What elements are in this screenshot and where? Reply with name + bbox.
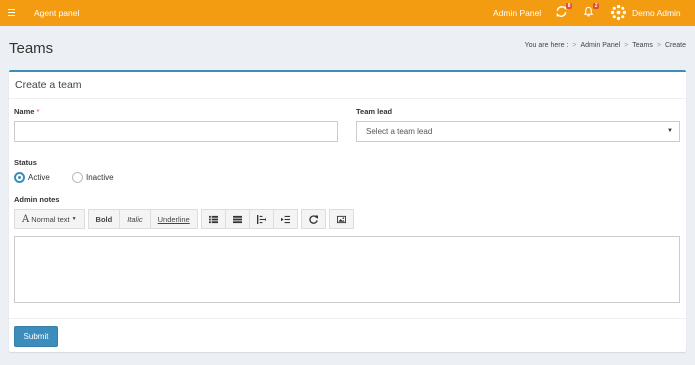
notifications-badge: 2 bbox=[593, 3, 599, 9]
admin-notes-label: Admin notes bbox=[14, 195, 60, 204]
toolbar-group-link bbox=[300, 209, 326, 229]
breadcrumb-item-admin-panel[interactable]: Admin Panel bbox=[580, 42, 620, 49]
brand-title[interactable]: Agent panel bbox=[34, 8, 79, 18]
breadcrumb-item-create: Create bbox=[664, 42, 686, 49]
toolbar-group-lists bbox=[200, 209, 298, 229]
caret-down-icon: ▼ bbox=[71, 216, 77, 222]
outdent-button[interactable] bbox=[248, 209, 274, 229]
toolbar-group-emphasis: Bold Italic Underline bbox=[87, 209, 198, 229]
indent-button[interactable] bbox=[272, 209, 298, 229]
list-ol-icon bbox=[232, 215, 242, 223]
ordered-list-button[interactable] bbox=[224, 209, 250, 229]
sync-button[interactable]: 8 bbox=[556, 3, 572, 20]
caret-down-icon: ▼ bbox=[667, 128, 673, 134]
font-icon: A bbox=[22, 213, 30, 225]
team-lead-label: Team lead bbox=[356, 107, 393, 116]
heading-dropdown[interactable]: A Normal text ▼ bbox=[14, 209, 85, 229]
bold-button[interactable]: Bold bbox=[87, 209, 121, 229]
submit-button[interactable]: Submit bbox=[14, 326, 58, 347]
underline-button[interactable]: Underline bbox=[149, 209, 198, 229]
unordered-list-button[interactable] bbox=[200, 209, 226, 229]
toolbar-group-heading: A Normal text ▼ bbox=[14, 209, 85, 229]
outdent-icon bbox=[256, 214, 266, 224]
menu-toggle-icon[interactable] bbox=[8, 7, 16, 18]
create-team-box: Create a team Name * Team lead Select a … bbox=[9, 70, 686, 352]
admin-notes-editor[interactable] bbox=[14, 236, 680, 303]
radio-unchecked-icon bbox=[72, 172, 83, 183]
breadcrumb-separator: > bbox=[572, 42, 577, 49]
top-navbar: Agent panel Admin Panel 8 2 Demo Admin bbox=[0, 0, 695, 26]
status-active-label: Active bbox=[28, 173, 50, 182]
box-title: Create a team bbox=[15, 79, 82, 91]
toolbar-group-image bbox=[328, 209, 354, 229]
status-label: Status bbox=[14, 158, 37, 167]
status-inactive-label: Inactive bbox=[86, 173, 114, 182]
list-ul-icon bbox=[208, 215, 218, 223]
page-title: Teams bbox=[9, 40, 54, 57]
breadcrumb-item-teams[interactable]: Teams bbox=[632, 42, 653, 49]
team-lead-placeholder: Select a team lead bbox=[366, 127, 433, 136]
breadcrumb-prefix: You are here : bbox=[524, 42, 569, 49]
name-label-text: Name bbox=[14, 107, 35, 116]
share-icon bbox=[309, 214, 318, 224]
breadcrumb: You are here : > Admin Panel > Teams > C… bbox=[525, 42, 686, 49]
editor-toolbar: A Normal text ▼ Bold Italic Underline bbox=[14, 209, 357, 229]
status-active-radio[interactable]: Active bbox=[14, 172, 50, 183]
name-label: Name * bbox=[14, 107, 39, 116]
user-avatar[interactable] bbox=[610, 4, 627, 21]
radio-checked-icon bbox=[14, 172, 25, 183]
box-footer: Submit bbox=[9, 318, 686, 354]
breadcrumb-separator: > bbox=[656, 42, 661, 49]
required-mark: * bbox=[36, 107, 40, 116]
insert-image-button[interactable] bbox=[328, 209, 354, 229]
notifications-button[interactable]: 2 bbox=[583, 3, 599, 20]
user-name-menu[interactable]: Demo Admin bbox=[632, 8, 681, 18]
italic-button[interactable]: Italic bbox=[119, 209, 151, 229]
team-lead-select[interactable]: Select a team lead ▼ bbox=[356, 121, 680, 142]
box-header: Create a team bbox=[9, 72, 686, 99]
image-icon bbox=[336, 215, 346, 223]
admin-panel-link[interactable]: Admin Panel bbox=[493, 8, 541, 18]
breadcrumb-separator: > bbox=[624, 42, 629, 49]
indent-icon bbox=[280, 215, 290, 223]
name-input[interactable] bbox=[14, 121, 338, 142]
heading-dropdown-label: Normal text bbox=[31, 214, 70, 224]
link-button[interactable] bbox=[300, 209, 326, 229]
sync-badge: 8 bbox=[566, 3, 572, 9]
avatar-logo-icon bbox=[610, 4, 627, 21]
status-inactive-radio[interactable]: Inactive bbox=[72, 172, 114, 183]
